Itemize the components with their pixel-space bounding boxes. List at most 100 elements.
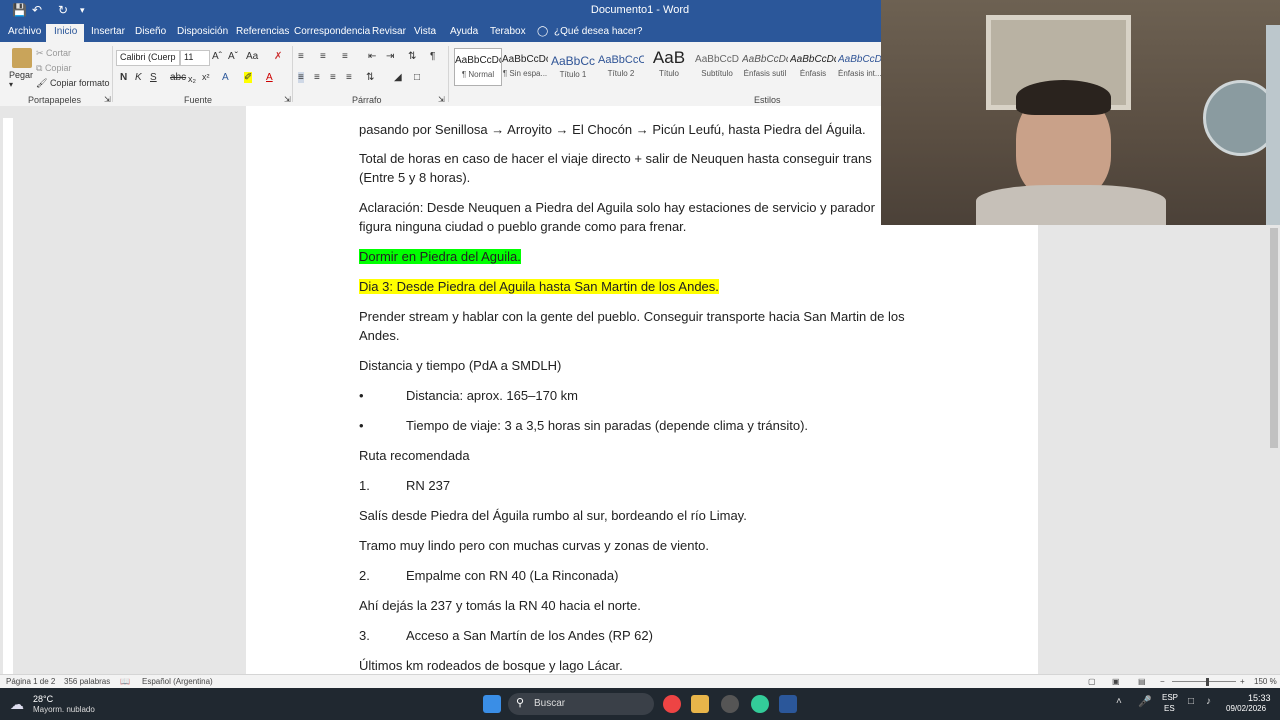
text-effects-icon[interactable]: A bbox=[222, 72, 229, 83]
doc-line[interactable]: Ruta recomendada bbox=[359, 448, 470, 463]
zoom-in-icon[interactable]: + bbox=[1240, 677, 1245, 686]
doc-line[interactable]: figura ninguna ciudad o pueblo grande co… bbox=[359, 219, 686, 234]
volume-icon[interactable]: ♪ bbox=[1206, 696, 1211, 707]
underline-icon[interactable]: S bbox=[150, 72, 157, 83]
format-painter-button[interactable]: 🖌 Copiar formato bbox=[36, 78, 109, 89]
chrome-icon[interactable] bbox=[663, 695, 681, 713]
font-color-icon[interactable]: A bbox=[266, 72, 273, 83]
chrome-icon[interactable] bbox=[751, 695, 769, 713]
tab-inicio[interactable]: Inicio bbox=[54, 26, 77, 37]
dialog-launcher-icon[interactable]: ⇲ bbox=[438, 95, 445, 104]
language-indicator[interactable]: Español (Argentina) bbox=[142, 677, 213, 686]
scrollbar-thumb[interactable] bbox=[1270, 228, 1278, 448]
list-item[interactable]: Tiempo de viaje: 3 a 3,5 horas sin parad… bbox=[406, 418, 808, 433]
doc-line-highlighted[interactable]: Dormir en Piedra del Aguila. bbox=[359, 249, 521, 264]
tab-revisar[interactable]: Revisar bbox=[372, 26, 406, 37]
read-mode-icon[interactable]: ▢ bbox=[1088, 677, 1096, 686]
clock-time[interactable]: 15:33 bbox=[1248, 693, 1271, 703]
italic-icon[interactable]: K bbox=[135, 72, 142, 83]
font-name-select[interactable]: Calibri (Cuerp bbox=[116, 50, 180, 66]
chevron-down-icon[interactable]: ▾ bbox=[9, 80, 13, 89]
numbering-icon[interactable]: ≡ bbox=[320, 51, 326, 62]
tab-archivo[interactable]: Archivo bbox=[8, 26, 41, 37]
sort-icon[interactable]: ⇅ bbox=[408, 51, 416, 62]
word-icon[interactable] bbox=[779, 695, 797, 713]
grow-font-icon[interactable]: Aˆ bbox=[212, 51, 222, 62]
style-titulo-1[interactable]: AaBbCc Título 1 bbox=[550, 48, 596, 84]
doc-line[interactable]: (Entre 5 y 8 horas). bbox=[359, 170, 470, 185]
tab-disposicion[interactable]: Disposición bbox=[177, 26, 228, 37]
zoom-slider[interactable] bbox=[1172, 681, 1236, 682]
list-item[interactable]: RN 237 bbox=[406, 478, 450, 493]
style-titulo-2[interactable]: AaBbCcC Título 2 bbox=[598, 48, 644, 84]
keyboard-layout[interactable]: ES bbox=[1164, 704, 1175, 713]
dialog-launcher-icon[interactable]: ⇲ bbox=[104, 95, 111, 104]
weather-temp[interactable]: 28°C bbox=[33, 694, 53, 704]
print-layout-icon[interactable]: ▣ bbox=[1112, 677, 1120, 686]
clock-date[interactable]: 09/02/2026 bbox=[1226, 704, 1266, 713]
style-sin-espaciado[interactable]: AaBbCcDc ¶ Sin espa... bbox=[502, 48, 548, 84]
tab-insertar[interactable]: Insertar bbox=[91, 26, 125, 37]
doc-line[interactable]: Ahí dejás la 237 y tomás la RN 40 hacia … bbox=[359, 598, 641, 613]
taskbar-search[interactable]: ⚲ Buscar bbox=[508, 693, 654, 715]
style-enfasis[interactable]: AaBbCcDc Énfasis bbox=[790, 48, 836, 84]
bold-icon[interactable]: N bbox=[120, 72, 127, 83]
style-normal[interactable]: AaBbCcDc ¶ Normal bbox=[454, 48, 502, 86]
zoom-out-icon[interactable]: − bbox=[1160, 677, 1165, 686]
network-icon[interactable]: □ bbox=[1188, 696, 1194, 707]
pilcrow-icon[interactable]: ¶ bbox=[430, 51, 435, 62]
cut-button[interactable]: ✂ Cortar bbox=[36, 48, 71, 59]
strikethrough-icon[interactable]: abc bbox=[170, 72, 186, 83]
paste-button[interactable]: Pegar bbox=[9, 70, 33, 80]
list-item[interactable]: Empalme con RN 40 (La Rinconada) bbox=[406, 568, 618, 583]
change-case-icon[interactable]: Aa bbox=[246, 51, 258, 62]
windows-start-icon[interactable] bbox=[483, 695, 501, 713]
doc-line[interactable]: Total de horas en caso de hacer el viaje… bbox=[359, 151, 872, 166]
doc-line[interactable]: Últimos km rodeados de bosque y lago Lác… bbox=[359, 658, 623, 673]
tab-ayuda[interactable]: Ayuda bbox=[450, 26, 478, 37]
tab-correspondencia[interactable]: Correspondencia bbox=[294, 26, 370, 37]
bullets-icon[interactable]: ≡ bbox=[298, 51, 304, 62]
tell-me-box[interactable]: ¿Qué desea hacer? bbox=[554, 26, 642, 37]
word-count[interactable]: 356 palabras bbox=[64, 677, 110, 686]
doc-line[interactable]: Prender stream y hablar con la gente del… bbox=[359, 309, 905, 324]
tab-diseno[interactable]: Diseño bbox=[135, 26, 166, 37]
doc-line-highlighted[interactable]: Dia 3: Desde Piedra del Aguila hasta San… bbox=[359, 279, 719, 294]
list-item[interactable]: Distancia: aprox. 165–170 km bbox=[406, 388, 578, 403]
proofing-icon[interactable]: 📖 bbox=[120, 677, 130, 686]
tab-vista[interactable]: Vista bbox=[414, 26, 436, 37]
align-left-icon[interactable]: ≡ bbox=[298, 72, 304, 83]
highlight-icon[interactable]: ✐ bbox=[244, 72, 253, 83]
chevron-up-icon[interactable]: ˄ bbox=[1116, 696, 1122, 707]
style-enfasis-sutil[interactable]: AaBbCcDc Énfasis sutil bbox=[742, 48, 788, 84]
style-subtitulo[interactable]: AaBbCcD Subtítulo bbox=[694, 48, 740, 84]
paste-icon[interactable] bbox=[12, 48, 32, 68]
file-explorer-icon[interactable] bbox=[691, 695, 709, 713]
doc-line[interactable]: Andes. bbox=[359, 328, 399, 343]
superscript-icon[interactable]: x² bbox=[202, 72, 210, 82]
doc-line[interactable]: pasando por Senillosa → Arroyito → El Ch… bbox=[359, 122, 866, 137]
doc-line[interactable]: Aclaración: Desde Neuquen a Piedra del A… bbox=[359, 200, 875, 215]
justify-icon[interactable]: ≡ bbox=[346, 72, 352, 83]
align-right-icon[interactable]: ≡ bbox=[330, 72, 336, 83]
page-count[interactable]: Página 1 de 2 bbox=[6, 677, 55, 686]
style-titulo[interactable]: AaB Título bbox=[646, 48, 692, 84]
dialog-launcher-icon[interactable]: ⇲ bbox=[284, 95, 291, 104]
tab-terabox[interactable]: Terabox bbox=[490, 26, 526, 37]
subscript-icon[interactable]: x₂ bbox=[188, 74, 196, 84]
align-center-icon[interactable]: ≡ bbox=[314, 72, 320, 83]
shrink-font-icon[interactable]: Aˇ bbox=[228, 51, 238, 62]
shading-icon[interactable]: ◢ bbox=[394, 72, 402, 83]
font-size-select[interactable]: 11 bbox=[180, 50, 210, 66]
copy-button[interactable]: ⧉ Copiar bbox=[36, 63, 71, 74]
app-icon[interactable] bbox=[721, 695, 739, 713]
multilevel-list-icon[interactable]: ≡ bbox=[342, 51, 348, 62]
doc-line[interactable]: Tramo muy lindo pero con muchas curvas y… bbox=[359, 538, 709, 553]
zoom-slider-thumb[interactable] bbox=[1206, 678, 1209, 686]
clear-format-icon[interactable]: ✗ bbox=[274, 51, 282, 62]
language-code[interactable]: ESP bbox=[1162, 693, 1178, 702]
doc-line[interactable]: Salís desde Piedra del Águila rumbo al s… bbox=[359, 508, 747, 523]
style-enfasis-intenso[interactable]: AaBbCcDcÉnfasis int... bbox=[838, 48, 881, 84]
web-layout-icon[interactable]: ▤ bbox=[1138, 677, 1146, 686]
vertical-ruler[interactable] bbox=[0, 118, 14, 674]
